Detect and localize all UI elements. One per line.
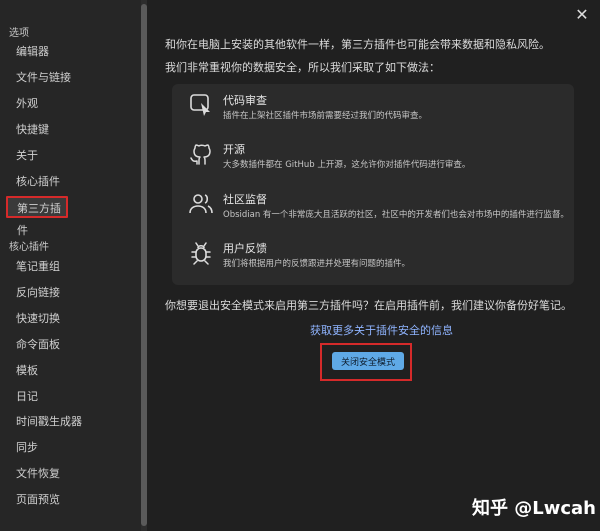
question-text: 你想要退出安全模式来启用第三方插件吗？在启用插件前，我们建议你备份好笔记。: [165, 299, 572, 312]
section-header-core-plugins: 核心插件: [9, 242, 49, 253]
sidebar-item-appearance[interactable]: 外观: [16, 93, 126, 115]
sidebar-item-note-composer[interactable]: 笔记重组: [16, 256, 126, 278]
learn-more-link[interactable]: 获取更多关于插件安全的信息: [310, 322, 453, 338]
intro-text-line2: 我们非常重视你的数据安全，所以我们采取了如下做法：: [165, 61, 440, 74]
sidebar-item-community-plugins[interactable]: 第三方插件: [6, 196, 68, 237]
feature-title-feedback: 用户反馈: [223, 242, 267, 255]
sidebar-item-daily-notes[interactable]: 日记: [16, 386, 126, 408]
code-review-icon: [190, 94, 210, 116]
sidebar-item-about[interactable]: 关于: [16, 145, 126, 167]
feature-desc-code-review: 插件在上架社区插件市场前需要经过我们的代码审查。: [223, 111, 428, 121]
feature-desc-community: Obsidian 有一个非常庞大且活跃的社区，社区中的开发者们也会对市场中的插件…: [223, 210, 569, 220]
sidebar-item-backlinks[interactable]: 反向链接: [16, 282, 126, 304]
feature-title-community: 社区监督: [223, 193, 267, 206]
feature-title-open-source: 开源: [223, 143, 245, 156]
watermark: 知乎 @Lwcah: [472, 498, 596, 519]
bug-icon: [191, 242, 211, 265]
sidebar-item-timestamp[interactable]: 时间戳生成器: [16, 411, 126, 433]
feature-desc-open-source: 大多数插件都在 GitHub 上开源，这允许你对插件代码进行审查。: [223, 160, 471, 170]
feature-title-code-review: 代码审查: [223, 94, 267, 107]
sidebar-item-core-plugins[interactable]: 核心插件: [16, 171, 126, 193]
sidebar-item-quick-switcher[interactable]: 快速切换: [16, 308, 126, 330]
intro-text-line1: 和你在电脑上安装的其他软件一样，第三方插件也可能会带来数据和隐私风险。: [165, 38, 550, 51]
sidebar-item-files-links[interactable]: 文件与链接: [16, 67, 126, 89]
sidebar-item-hotkeys[interactable]: 快捷键: [16, 119, 126, 141]
sidebar-item-page-preview[interactable]: 页面预览: [16, 489, 126, 511]
section-header-options: 选项: [9, 28, 29, 39]
sidebar-item-editor[interactable]: 编辑器: [16, 41, 126, 63]
users-icon: [189, 194, 213, 214]
sidebar-item-templates[interactable]: 模板: [16, 360, 126, 382]
github-icon: [190, 144, 211, 165]
sidebar-item-file-recovery[interactable]: 文件恢复: [16, 463, 126, 485]
close-icon[interactable]: ✕: [573, 6, 591, 24]
sidebar-item-command-palette[interactable]: 命令面板: [16, 334, 126, 356]
settings-sidebar: 选项 编辑器 文件与链接 外观 快捷键 关于 核心插件 第三方插件 核心插件 笔…: [0, 0, 145, 531]
disable-safe-mode-button[interactable]: 关闭安全模式: [332, 352, 404, 370]
feature-desc-feedback: 我们将根据用户的反馈跟进并处理有问题的插件。: [223, 259, 411, 269]
sidebar-item-sync[interactable]: 同步: [16, 437, 126, 459]
